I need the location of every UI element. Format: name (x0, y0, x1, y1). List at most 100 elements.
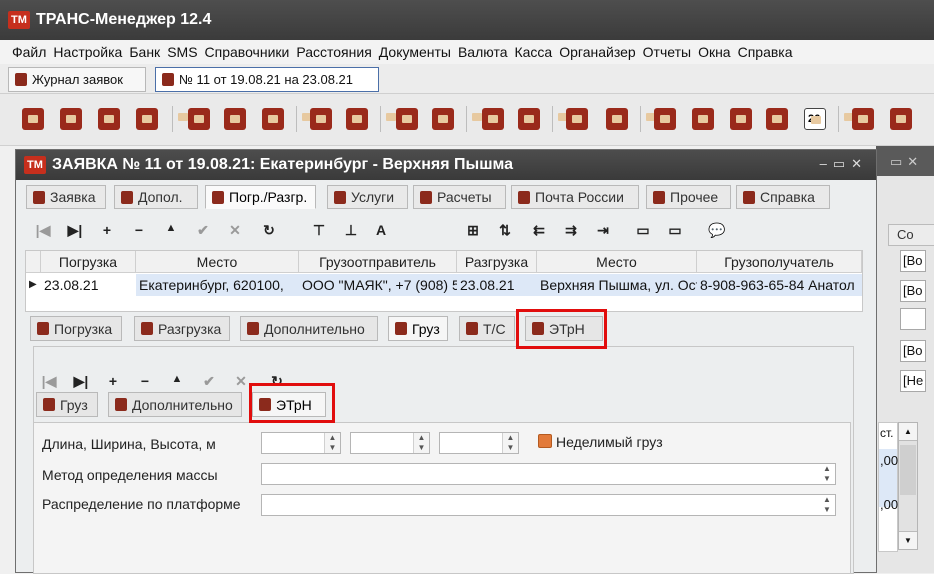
tab-requests-journal[interactable]: Журнал заявок (8, 67, 146, 92)
font-icon[interactable]: A (372, 222, 390, 238)
col-place2-header[interactable]: Место (537, 251, 697, 273)
menu-bank[interactable]: Банк (129, 44, 160, 60)
menu-documents[interactable]: Документы (379, 44, 451, 60)
indivisible-checkbox[interactable] (538, 434, 552, 448)
move-up-icon[interactable]: ▲ (168, 373, 186, 385)
menu-file[interactable]: Файл (12, 44, 46, 60)
inner-tab-cargo[interactable]: Груз (36, 392, 98, 417)
length-input[interactable]: ▲ ▼ (261, 432, 341, 454)
confirm-icon[interactable]: ✔ (200, 373, 218, 390)
tab-loading-unloading[interactable]: Погр./Разгр. (205, 185, 316, 209)
calendar-icon[interactable]: 26 (804, 108, 826, 130)
cell-loading-date[interactable]: 23.08.21 (41, 274, 136, 296)
scales-icon[interactable] (566, 108, 588, 130)
col-place-header[interactable]: Место (136, 251, 299, 273)
side-field-5[interactable]: [Не (900, 370, 926, 392)
tab-russian-post[interactable]: Почта России (511, 185, 639, 209)
col-consignee-header[interactable]: Грузополучатель (697, 251, 862, 273)
mass-method-select[interactable]: ▲ ▼ (261, 463, 836, 485)
subtab-loading[interactable]: Погрузка (30, 316, 122, 341)
car-icon[interactable] (310, 108, 332, 130)
tab-help[interactable]: Справка (736, 185, 830, 209)
confirm-icon[interactable]: ✔ (194, 222, 212, 239)
align-left-icon[interactable]: ⇇ (530, 222, 548, 239)
col-unloading-header[interactable]: Разгрузка (457, 251, 537, 273)
delete-record-icon[interactable]: − (136, 373, 154, 389)
tab-request-11[interactable]: № 11 от 19.08.21 на 23.08.21 (155, 67, 379, 92)
move-up-icon[interactable]: ▲ (162, 222, 180, 234)
people-add-icon[interactable] (730, 108, 752, 130)
menu-currency[interactable]: Валюта (458, 44, 508, 60)
bg-window-controls[interactable]: ▭✕ (890, 154, 923, 170)
expand-icon[interactable]: ⊞ (464, 222, 482, 239)
inner-tab-additional[interactable]: Дополнительно (108, 392, 242, 417)
calculator-icon[interactable] (482, 108, 504, 130)
tab-additional[interactable]: Допол. (114, 185, 198, 209)
subtab-additional[interactable]: Дополнительно (240, 316, 378, 341)
book-icon[interactable] (188, 108, 210, 130)
move-bottom-icon[interactable]: ⊥ (342, 222, 360, 239)
add-record-icon[interactable]: + (98, 222, 116, 238)
menu-cash[interactable]: Касса (514, 44, 552, 60)
align-right-icon[interactable]: ⇉ (562, 222, 580, 239)
cell-place[interactable]: Екатеринбург, 620100, (136, 274, 299, 296)
tab-payments[interactable]: Расчеты (413, 185, 506, 209)
cell-shipper[interactable]: ООО "МАЯК", +7 (908) 5 (299, 274, 457, 296)
cell-consignee[interactable]: 8-908-963-65-84 Анатол (697, 274, 862, 296)
handshake-icon[interactable] (766, 108, 788, 130)
menu-windows[interactable]: Окна (698, 44, 731, 60)
last-record-icon[interactable]: ▶| (66, 222, 84, 239)
move-top-icon[interactable]: ⊤ (310, 222, 328, 239)
panel-right-icon[interactable]: ▭ (666, 222, 684, 239)
doc-add-icon[interactable] (22, 108, 44, 130)
scroll-down-icon[interactable]: ▼ (899, 531, 917, 549)
ruler-icon[interactable] (432, 108, 454, 130)
house-add-icon[interactable] (60, 108, 82, 130)
add-record-icon[interactable]: + (104, 373, 122, 389)
spacing-icon[interactable]: ⇅ (496, 222, 514, 239)
menu-help[interactable]: Справка (738, 44, 793, 60)
last-record-icon[interactable]: ▶| (72, 373, 90, 390)
spin-icon[interactable]: ▲ ▼ (413, 433, 429, 453)
tab-services[interactable]: Услуги (327, 185, 408, 209)
subtab-unloading[interactable]: Разгрузка (134, 316, 230, 341)
scroll-thumb[interactable] (900, 445, 916, 495)
menu-distances[interactable]: Расстояния (296, 44, 371, 60)
tab-request[interactable]: Заявка (26, 185, 106, 209)
house-icon[interactable] (224, 108, 246, 130)
eye-icon[interactable] (396, 108, 418, 130)
platform-select[interactable]: ▲ ▼ (261, 494, 836, 516)
first-record-icon[interactable]: |◀ (40, 373, 58, 390)
height-input[interactable]: ▲ ▼ (439, 432, 519, 454)
boxes-icon[interactable] (890, 108, 912, 130)
side-field-1[interactable]: [Во (900, 250, 926, 272)
steering-wheel-icon[interactable] (346, 108, 368, 130)
cell-place2[interactable]: Верхняя Пышма, ул. Ост (537, 274, 697, 296)
side-field-2[interactable]: [Во (900, 280, 926, 302)
side-scrollbar[interactable]: ▲ ▼ (898, 422, 918, 550)
col-shipper-header[interactable]: Грузоотправитель (299, 251, 457, 273)
menu-settings[interactable]: Настройка (53, 44, 122, 60)
id-card-icon[interactable] (692, 108, 714, 130)
align-end-icon[interactable]: ⇥ (594, 222, 612, 239)
comment-icon[interactable]: 💬 (708, 222, 726, 239)
person-add-icon[interactable] (136, 108, 158, 130)
cancel-icon[interactable]: ✕ (232, 373, 250, 390)
truck-icon[interactable] (262, 108, 284, 130)
menu-sms[interactable]: SMS (167, 44, 197, 60)
spin-icon[interactable]: ▲ ▼ (502, 433, 518, 453)
scroll-up-icon[interactable]: ▲ (899, 423, 917, 441)
truck-add-icon[interactable] (98, 108, 120, 130)
dialog-window-controls[interactable]: –▭✕ (820, 156, 868, 172)
menu-references[interactable]: Справочники (205, 44, 290, 60)
dropdown-icon[interactable]: ▲ ▼ (819, 495, 835, 515)
cell-unloading-date[interactable]: 23.08.21 (457, 274, 537, 296)
cancel-icon[interactable]: ✕ (226, 222, 244, 239)
tab-other[interactable]: Прочее (646, 185, 731, 209)
refresh-icon[interactable]: ↻ (260, 222, 278, 239)
dropdown-icon[interactable]: ▲ ▼ (819, 464, 835, 484)
first-record-icon[interactable]: |◀ (34, 222, 52, 239)
side-field-3[interactable] (900, 308, 926, 330)
menu-reports[interactable]: Отчеты (643, 44, 691, 60)
spin-icon[interactable]: ▲ ▼ (324, 433, 340, 453)
